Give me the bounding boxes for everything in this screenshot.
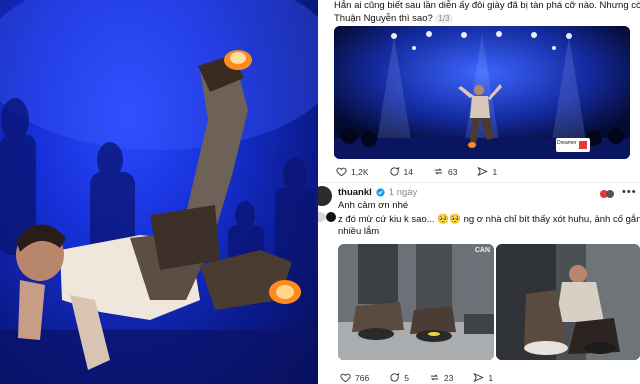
post1-like-count: 1,2K (351, 166, 369, 177)
reply-text: Anh cảm ơn nhé (338, 200, 409, 211)
post2-share-button[interactable]: 1 (473, 372, 493, 383)
reply-username[interactable]: thuankl (338, 187, 372, 198)
backstage-photo (496, 244, 640, 360)
thread-badge-icon (326, 212, 336, 222)
post2-repost-count: 23 (443, 372, 454, 383)
post1-text-line1: Hẳn ai cũng biết sau lần diễn ấy đôi già… (334, 0, 640, 11)
post2-text: z đó mừ cứ kiu k sao... 🥺🥺 ng ơ nhà chỉ … (338, 214, 640, 238)
post2-like-count: 766 (355, 372, 370, 383)
avatar[interactable] (318, 186, 332, 206)
heart-icon (336, 167, 347, 177)
post2-image-1[interactable]: CAN (338, 244, 494, 360)
post1-repost-button[interactable]: 63 (433, 166, 457, 177)
heart-icon (340, 373, 351, 383)
post1-like-button[interactable]: 1,2K (336, 166, 369, 177)
verified-icon (376, 188, 385, 197)
post1-share-count: 1 (492, 166, 498, 177)
post2-text-line2: nhiều lắm (338, 226, 380, 237)
shoes-photo (338, 244, 494, 360)
post1-video[interactable]: Dreamer (334, 26, 630, 159)
post2-text-line1: z đó mừ cứ kiu k sao... 🥺🥺 ng ơ nhà chỉ … (338, 214, 640, 225)
post1-counter-badge: 1/3 (435, 14, 453, 23)
reply-header: thuankl 1 ngày (338, 187, 417, 198)
performer-illustration (0, 0, 318, 384)
post2-comment-button[interactable]: 5 (389, 372, 409, 383)
video-logo-label: Dreamer (557, 140, 577, 146)
share-icon (473, 372, 485, 383)
repost-icon (434, 168, 443, 175)
post2-like-button[interactable]: 766 (340, 372, 369, 383)
comment-icon (389, 167, 399, 176)
comment-icon (390, 373, 400, 382)
thread-panel[interactable]: Hẳn ai cũng biết sau lần diễn ấy đôi già… (318, 0, 640, 384)
image-watermark: CAN (474, 247, 490, 254)
post2-image-2[interactable] (496, 244, 640, 360)
post1-text: Hẳn ai cũng biết sau lần diễn ấy đôi già… (334, 0, 640, 25)
post1-text-line2: Thuận Nguyễn thì sao? (334, 13, 433, 24)
divider (318, 182, 640, 183)
post1-repost-count: 63 (447, 166, 458, 177)
post1-comment-button[interactable]: 14 (389, 166, 413, 177)
post2-repost-button[interactable]: 23 (429, 372, 453, 383)
repost-icon (430, 374, 439, 381)
post1-actions: 1,2K 14 63 1 (336, 166, 497, 177)
thread-avatar-small (318, 212, 326, 222)
post1-comment-count: 14 (403, 166, 413, 177)
reply-reactions-icon (600, 186, 614, 198)
post2-comment-count: 5 (404, 372, 409, 383)
post2-actions: 766 5 23 1 (340, 372, 493, 383)
post1-video-frame (334, 26, 630, 159)
more-icon[interactable]: ••• (622, 186, 637, 198)
reply-time: 1 ngày (388, 187, 418, 198)
post2-share-count: 1 (488, 372, 494, 383)
post1-share-button[interactable]: 1 (477, 166, 497, 177)
share-icon (477, 166, 489, 177)
stage-photo (0, 0, 318, 384)
